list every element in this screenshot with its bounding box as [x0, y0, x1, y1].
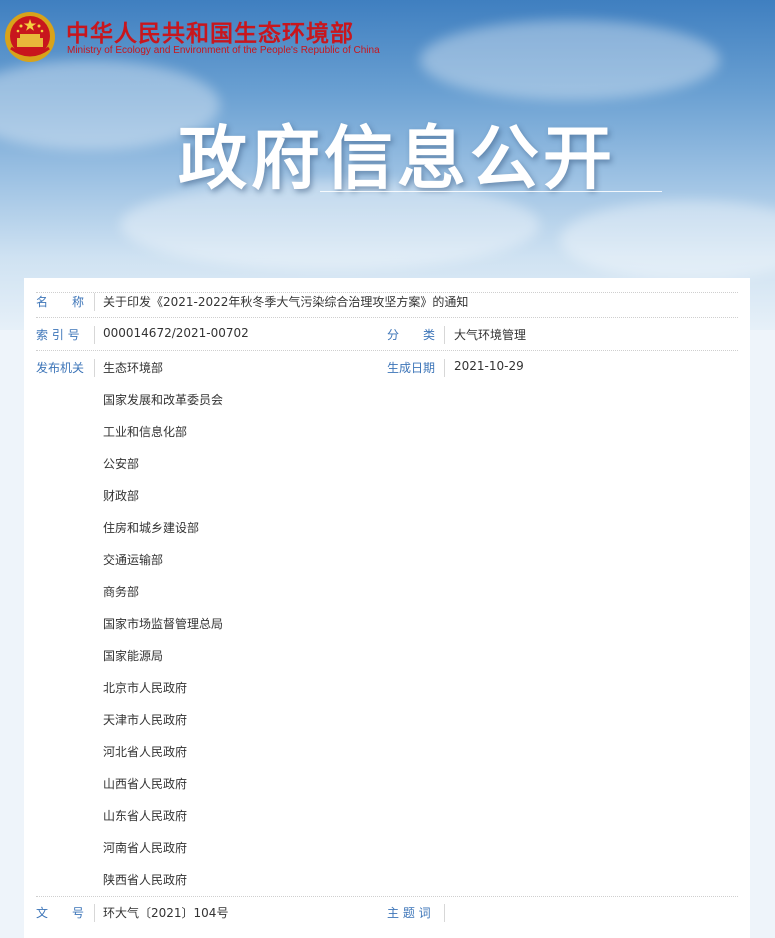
issuer-item: 北京市人民政府: [103, 681, 188, 695]
name-label: 名 称: [36, 295, 85, 309]
column-separator: [94, 359, 95, 377]
site-name-cn[interactable]: 中华人民共和国生态环境部: [66, 14, 354, 48]
row-divider: [36, 350, 738, 351]
keywords-label: 主 题 词: [387, 906, 431, 920]
banner-title: 政府信息公开: [178, 119, 616, 199]
row-divider: [36, 317, 738, 318]
issuer-item: 国家能源局: [103, 649, 164, 663]
date-label: 生成日期: [387, 361, 436, 375]
row-divider: [36, 896, 738, 897]
name-value: 关于印发《2021-2022年秋冬季大气污染综合治理攻坚方案》的通知: [103, 295, 469, 309]
doc-number-label: 文 号: [36, 906, 85, 920]
column-separator: [94, 326, 95, 344]
category-value: 大气环境管理: [454, 328, 527, 342]
issuer-item: 国家市场监督管理总局: [103, 617, 224, 631]
column-separator: [444, 359, 445, 377]
issuer-item: 山东省人民政府: [103, 809, 188, 823]
index-label: 索 引 号: [36, 328, 80, 342]
doc-number-value: 环大气〔2021〕104号: [103, 906, 229, 920]
issuer-item: 天津市人民政府: [103, 713, 188, 727]
national-emblem-icon[interactable]: [3, 10, 57, 64]
issuer-label: 发布机关: [36, 361, 85, 375]
issuer-item: 山西省人民政府: [103, 777, 188, 791]
column-separator: [444, 326, 445, 344]
issuer-item: 公安部: [103, 457, 140, 471]
issuer-item: 工业和信息化部: [103, 425, 188, 439]
issuer-item: 财政部: [103, 489, 140, 503]
issuer-item: 陕西省人民政府: [103, 873, 188, 887]
cloud-decoration: [420, 20, 720, 100]
category-label: 分 类: [387, 328, 436, 342]
issuer-item: 交通运输部: [103, 553, 164, 567]
site-name-en[interactable]: Ministry of Ecology and Environment of t…: [67, 45, 380, 56]
cloud-decoration: [560, 200, 775, 280]
column-separator: [444, 904, 445, 922]
issuer-item: 生态环境部: [103, 361, 164, 375]
issuer-item: 住房和城乡建设部: [103, 521, 200, 535]
banner-divider: [320, 191, 662, 192]
column-separator: [94, 904, 95, 922]
issuer-item: 河北省人民政府: [103, 745, 188, 759]
issuer-item: 河南省人民政府: [103, 841, 188, 855]
date-value: 2021-10-29: [454, 359, 524, 373]
issuer-item: 国家发展和改革委员会: [103, 393, 224, 407]
column-separator: [94, 293, 95, 311]
index-value: 000014672/2021-00702: [103, 326, 249, 340]
info-panel: 名 称 关于印发《2021-2022年秋冬季大气污染综合治理攻坚方案》的通知 索…: [24, 278, 750, 938]
issuer-item: 商务部: [103, 585, 140, 599]
